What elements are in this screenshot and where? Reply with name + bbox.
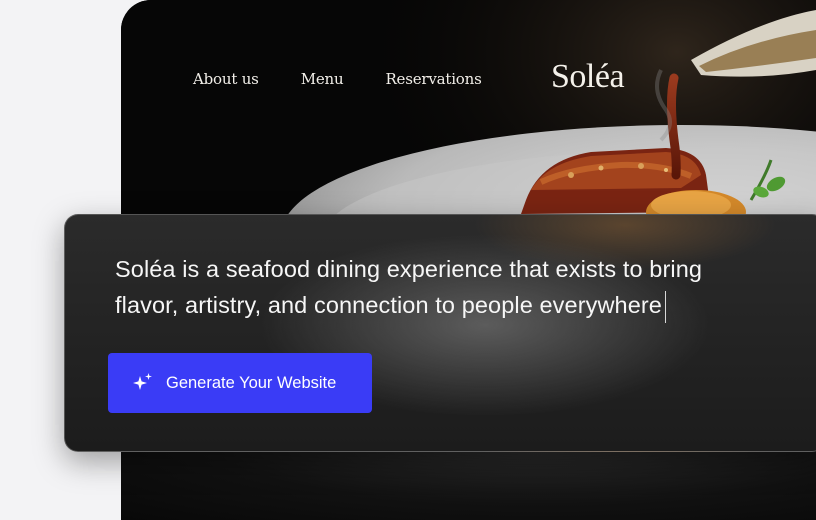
- nav-reservations[interactable]: Reservations: [385, 70, 481, 88]
- site-nav: About us Menu Reservations: [193, 70, 482, 88]
- sparkles-icon: [133, 373, 152, 390]
- lower-backdrop: [121, 440, 816, 520]
- generate-button-label: Generate Your Website: [166, 373, 337, 392]
- nav-about-us[interactable]: About us: [193, 70, 259, 88]
- site-logo[interactable]: Soléa: [551, 58, 625, 96]
- tagline-text[interactable]: Soléa is a seafood dining experience tha…: [115, 251, 805, 323]
- tagline-line-1: Soléa is a seafood dining experience tha…: [115, 256, 703, 282]
- prompt-panel: Soléa is a seafood dining experience tha…: [64, 214, 816, 452]
- generate-website-button[interactable]: Generate Your Website: [108, 353, 372, 413]
- text-caret: [664, 290, 666, 323]
- nav-menu[interactable]: Menu: [301, 70, 344, 88]
- tagline-line-2: flavor, artistry, and connection to peop…: [115, 292, 662, 318]
